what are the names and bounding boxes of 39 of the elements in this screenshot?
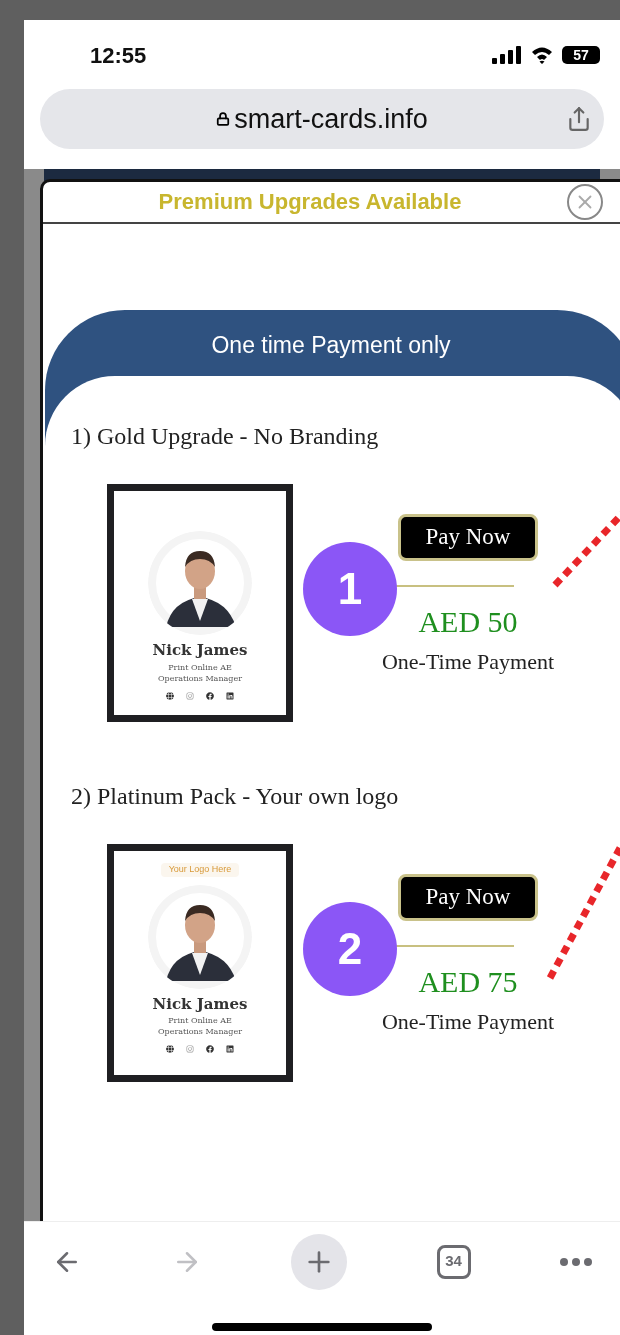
signal-icon — [492, 46, 522, 64]
card-name: Nick James — [152, 993, 248, 1015]
card-name: Nick James — [152, 640, 248, 661]
instagram-icon — [186, 1045, 194, 1053]
logo-label: Your Logo Here — [160, 863, 240, 877]
url-text: smart-cards.info — [234, 102, 428, 136]
globe-icon — [166, 1045, 174, 1053]
linkedin-icon — [226, 1045, 234, 1053]
pay-now-button[interactable]: Pay Now — [398, 874, 538, 921]
lock-icon — [216, 112, 231, 126]
pay-now-button[interactable]: Pay Now — [398, 514, 538, 561]
tabs-button[interactable]: 34 — [436, 1244, 471, 1279]
linkedin-icon — [226, 691, 234, 700]
price: AED 50 — [418, 607, 518, 637]
facebook-icon — [206, 691, 214, 700]
price: AED 75 — [418, 967, 518, 997]
battery-icon: 57 — [562, 46, 600, 64]
facebook-icon — [206, 1045, 214, 1053]
step-badge: 1 — [303, 542, 397, 636]
close-button[interactable] — [567, 183, 603, 220]
modal-title: Premium Upgrades Available — [158, 188, 462, 217]
banner-text: One time Payment only — [211, 330, 451, 360]
address-bar[interactable]: smart-cards.info — [40, 89, 604, 149]
payment-note: One-Time Payment — [381, 651, 555, 673]
card-company: Print Online AE — [168, 1015, 232, 1026]
instagram-icon — [186, 691, 194, 700]
card-company: Print Online AE — [168, 661, 232, 673]
more-button[interactable] — [560, 1257, 592, 1266]
offer-heading: 1) Gold Upgrade - No Branding — [71, 422, 380, 451]
globe-icon — [166, 691, 174, 700]
card-role: Operations Manager — [158, 1026, 242, 1037]
status-time: 12:55 — [90, 41, 147, 70]
offer-heading: 2) Platinum Pack - Your own logo — [71, 782, 400, 811]
more-icon — [560, 1257, 592, 1266]
payment-note: One-Time Payment — [381, 1011, 555, 1033]
step-badge: 2 — [303, 902, 397, 996]
card-role: Operations Manager — [158, 672, 242, 684]
wifi-icon — [530, 46, 554, 64]
share-icon[interactable] — [566, 106, 592, 132]
